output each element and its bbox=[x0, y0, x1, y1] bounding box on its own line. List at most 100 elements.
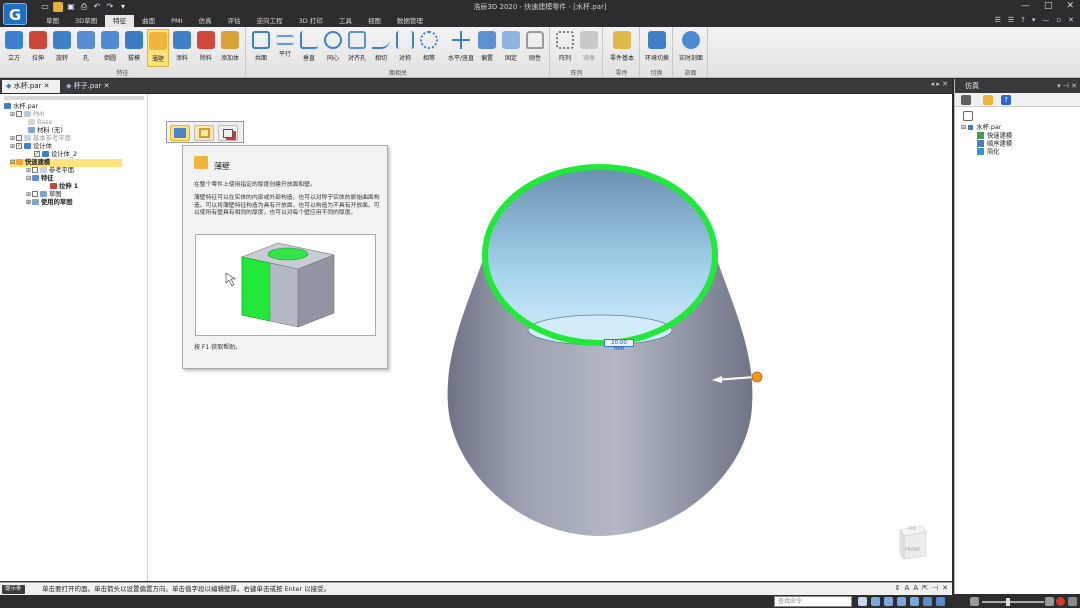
add-body-button[interactable]: 添加体 bbox=[219, 29, 241, 62]
tree-node-design-body[interactable]: ⊞ ✓ 设计体 bbox=[10, 143, 52, 151]
tree-node-extrude-1[interactable]: 拉伸 1 bbox=[50, 183, 78, 191]
material-icon bbox=[28, 127, 35, 133]
stop-icon[interactable] bbox=[1056, 597, 1065, 606]
layout-2-icon[interactable]: ☰ bbox=[1008, 16, 1014, 24]
tab-features[interactable]: 特征 bbox=[105, 15, 135, 27]
tree-node-base-planes[interactable]: ⊞ 基本参考平面 bbox=[10, 135, 71, 143]
settings-icon[interactable] bbox=[1068, 597, 1077, 606]
palette-icon[interactable] bbox=[983, 95, 993, 105]
document-nav[interactable]: ◂ ▸ ✕ bbox=[931, 80, 948, 88]
help-icon[interactable]: ? bbox=[1021, 16, 1025, 24]
expand-icon[interactable]: ⇱ bbox=[922, 584, 928, 592]
render-icon[interactable] bbox=[936, 597, 945, 606]
panel-item-simplify[interactable]: 简化 bbox=[977, 148, 1000, 157]
ribbon-minimize-icon[interactable]: ▾ bbox=[1032, 16, 1036, 24]
tree-node-material[interactable]: 材料 (无) bbox=[28, 127, 63, 135]
tab-data-management[interactable]: 数据管理 bbox=[389, 15, 431, 27]
pan-icon[interactable] bbox=[897, 597, 906, 606]
close-doc-icon[interactable]: ✕ bbox=[1068, 16, 1074, 24]
zoom-in-icon[interactable] bbox=[1045, 597, 1054, 606]
rigid-button[interactable]: 刚性 bbox=[524, 29, 546, 62]
panel-tree-root[interactable]: ⊟ 水杯.par bbox=[961, 124, 1001, 132]
view-cube[interactable]: TOP FRONT bbox=[896, 522, 928, 560]
tree-node-ref-planes[interactable]: ⊞ 参考平面 bbox=[26, 167, 74, 175]
tab-view[interactable]: 视图 bbox=[360, 15, 389, 27]
pin-icon[interactable]: ⊣ bbox=[932, 584, 938, 592]
close-icon[interactable]: ✕ bbox=[1066, 1, 1074, 11]
prompt-bar: 提示条 单击要打开的面。单击箭头以设置偏置方向。单击值字段以编辑壁厚。右键单击或… bbox=[0, 582, 952, 595]
ribbon-group-title: 零件 bbox=[615, 70, 628, 77]
fit-icon[interactable] bbox=[871, 597, 880, 606]
part-basics-button[interactable]: 零件基本 bbox=[610, 29, 634, 62]
tree-node-used-sketches[interactable]: ⊞ 使用的草图 bbox=[26, 199, 72, 207]
prompt-text: 单击要打开的面。单击箭头以设置偏置方向。单击值字段以编辑壁厚。右键单击或按 En… bbox=[42, 585, 331, 593]
font-size-small-icon[interactable]: A bbox=[913, 584, 918, 592]
app-logo[interactable]: G bbox=[3, 3, 27, 25]
bottom-toolbar: 查找命令 bbox=[0, 595, 1080, 608]
view-icon[interactable] bbox=[923, 597, 932, 606]
tree-node-pmi[interactable]: ⊞ PMI bbox=[10, 111, 44, 119]
hole-icon bbox=[77, 31, 95, 49]
equal-button[interactable]: 相等 bbox=[418, 29, 440, 62]
prompt-badge: 提示条 bbox=[2, 585, 25, 594]
tree-node-design-body-2[interactable]: ✓ 设计体_2 bbox=[34, 151, 77, 159]
tab-pmi[interactable]: PMI bbox=[163, 15, 190, 27]
revolve-icon bbox=[53, 31, 71, 49]
zoom-icon[interactable] bbox=[884, 597, 893, 606]
tab-3d-print[interactable]: 3D 打印 bbox=[291, 15, 331, 27]
minimize-icon[interactable]: — bbox=[1021, 1, 1030, 11]
doc-tab-cup[interactable]: ◆ 杯子.par ✕ bbox=[62, 80, 118, 93]
simulation-panel: 仿真 ▾ ⊣ ✕ ? ⊟ 水杯.par 快速建模 顺序建模 简化 bbox=[954, 79, 1080, 594]
tree-scrollbar[interactable] bbox=[4, 96, 144, 100]
flyout-thin-wall[interactable] bbox=[170, 125, 190, 141]
help-icon[interactable]: ? bbox=[1001, 95, 1011, 105]
close-tab-icon[interactable]: ✕ bbox=[101, 82, 110, 90]
tree-node-features[interactable]: ⊟ 特征 bbox=[26, 175, 54, 183]
close-tab-icon[interactable]: ✕ bbox=[41, 82, 50, 90]
close-icon[interactable]: ✕ bbox=[942, 584, 948, 592]
doc-tab-water-cup[interactable]: ◆ 水杯.par ✕ bbox=[2, 80, 60, 93]
zoom-out-icon[interactable] bbox=[970, 597, 979, 606]
expand-icon[interactable]: ⊟ bbox=[961, 124, 968, 131]
tree-node-base[interactable]: Base bbox=[28, 119, 52, 127]
environment-switch-button[interactable]: 环境切换 bbox=[645, 29, 669, 62]
tree-node-synchronous[interactable]: ⊟ 快速建模 bbox=[10, 159, 122, 167]
font-size-icon[interactable]: A bbox=[905, 584, 910, 592]
rotate-icon[interactable] bbox=[910, 597, 919, 606]
ordered-icon bbox=[977, 140, 984, 147]
tab-evaluate[interactable]: 评估 bbox=[220, 15, 249, 27]
tab-3d-sketch[interactable]: 3D草图 bbox=[67, 15, 105, 27]
arrow-handle[interactable] bbox=[751, 371, 763, 383]
region-icon bbox=[223, 129, 233, 138]
select-icon[interactable] bbox=[858, 597, 867, 606]
plane-icon bbox=[40, 167, 47, 173]
scroll-icon[interactable]: ⇕ bbox=[895, 584, 901, 592]
tab-sketch[interactable]: 草图 bbox=[38, 15, 67, 27]
live-section-button[interactable]: 实时剖面 bbox=[679, 29, 703, 62]
features-icon bbox=[32, 175, 39, 181]
horizontal-vertical-button[interactable]: 水平/竖直 bbox=[448, 29, 474, 62]
ribbon-tab-bar: 草图 3D草图 特征 曲面 PMI 仿真 评估 逆向工程 3D 打印 工具 视图… bbox=[0, 15, 1080, 27]
zoom-slider[interactable] bbox=[982, 601, 1044, 603]
panel-controls[interactable]: ▾ ⊣ ✕ bbox=[1057, 79, 1077, 93]
zoom-slider-thumb[interactable] bbox=[1006, 598, 1010, 606]
preview-icon[interactable] bbox=[963, 111, 973, 121]
mirror-button[interactable]: 镜像 bbox=[578, 29, 600, 62]
tab-surfaces[interactable]: 曲面 bbox=[134, 15, 163, 27]
restore-icon[interactable]: — bbox=[1042, 16, 1049, 24]
users-icon[interactable] bbox=[961, 95, 971, 105]
wall-thickness-value[interactable]: 20.00 mm bbox=[604, 339, 634, 352]
command-finder-input[interactable]: 查找命令 bbox=[774, 596, 852, 607]
flyout-thicken[interactable] bbox=[194, 125, 214, 141]
restore-2-icon[interactable]: ▫ bbox=[1056, 16, 1061, 24]
tree-root[interactable]: 水杯.par bbox=[4, 103, 38, 111]
tab-reverse-engineering[interactable]: 逆向工程 bbox=[249, 15, 291, 27]
draft-icon bbox=[125, 31, 143, 49]
tab-tools[interactable]: 工具 bbox=[331, 15, 360, 27]
ribbon-group-title: 切换 bbox=[650, 70, 663, 77]
tree-node-sketches[interactable]: ⊞ 草图 bbox=[26, 191, 62, 199]
flyout-region[interactable] bbox=[218, 125, 238, 141]
maximize-icon[interactable]: □ bbox=[1044, 1, 1053, 11]
tab-simulation[interactable]: 仿真 bbox=[191, 15, 220, 27]
layout-icon[interactable]: ☰ bbox=[995, 16, 1001, 24]
